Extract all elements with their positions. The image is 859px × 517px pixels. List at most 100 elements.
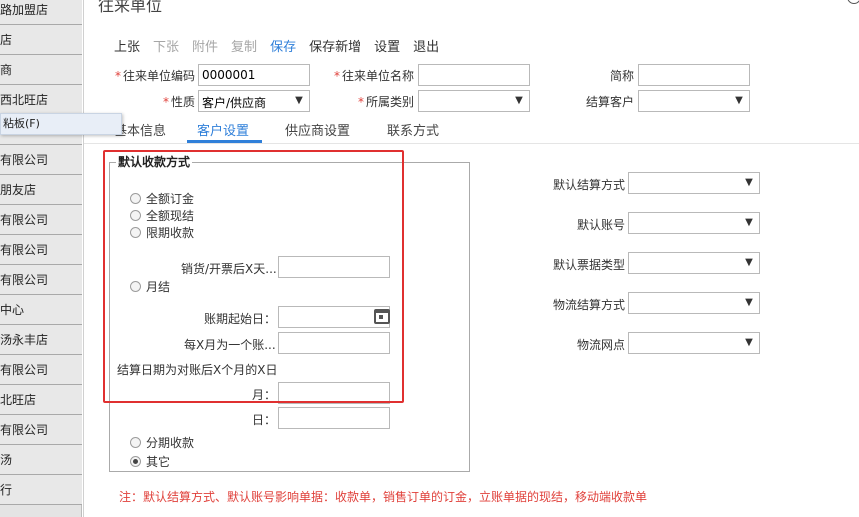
calendar-icon[interactable] — [374, 309, 390, 324]
required-mark: * — [357, 95, 364, 109]
default-settle-method-select[interactable]: ▼ — [628, 172, 760, 194]
background-list-item[interactable]: 路加盟店 — [0, 0, 82, 25]
radio-circle[interactable] — [130, 280, 141, 292]
days-after-label: 销货/开票后X天... — [181, 262, 277, 276]
background-list-item[interactable]: 中心 — [0, 295, 82, 325]
partner-unit-dialog: 往来单位 上张 下张 附件 复制 保存 保存新增 设置 退出 *往来单位编码 *… — [83, 0, 859, 517]
logistics-point-select[interactable]: ▼ — [628, 332, 760, 354]
radio-other[interactable]: 其它 — [130, 454, 171, 469]
chevron-down-icon: ▼ — [745, 337, 753, 348]
default-account-label: 默认账号 — [576, 218, 625, 232]
logistics-point-label: 物流网点 — [576, 338, 625, 352]
radio-label: 分期收款 — [146, 435, 195, 450]
background-list-item[interactable]: 行 — [0, 475, 82, 505]
chevron-down-icon: ▼ — [745, 257, 753, 268]
period-start-label: 账期起始日： — [204, 312, 277, 326]
default-invoice-type-select[interactable]: ▼ — [628, 252, 760, 274]
day-label: 日： — [252, 413, 277, 427]
copy-button[interactable]: 复制 — [231, 36, 257, 55]
save-new-button[interactable]: 保存新增 — [309, 36, 361, 55]
default-account-select[interactable]: ▼ — [628, 212, 760, 234]
radio-label: 限期收款 — [146, 225, 195, 240]
background-list-item[interactable]: 有限公司 — [0, 145, 82, 175]
nature-select-value: 客户/供应商 — [202, 96, 267, 110]
radio-circle[interactable] — [130, 455, 141, 467]
radio-label: 全额现结 — [146, 208, 195, 223]
background-list-item[interactable]: 有限公司 — [0, 415, 82, 445]
radio-full-deposit[interactable]: 全额订金 — [130, 191, 195, 206]
nature-label-text: 性质 — [170, 95, 195, 109]
prev-button[interactable]: 上张 — [114, 36, 140, 55]
days-after-input[interactable] — [278, 256, 390, 278]
tab-supplier-settings[interactable]: 供应商设置 — [285, 120, 350, 139]
note-text: 注：默认结算方式、默认账号影响单据：收款单，销售订单的订金，立账单据的现结，移动… — [119, 490, 648, 504]
every-x-months-input[interactable] — [278, 332, 390, 354]
background-list-item[interactable]: 朋友店 — [0, 175, 82, 205]
code-input[interactable] — [198, 64, 310, 86]
settings-button[interactable]: 设置 — [374, 36, 400, 55]
background-customer-list: 路加盟店店商西北旺店 有限公司 朋友店 有限公司 有限公司 有限公司 中心 汤永丰店 有限公司北… — [0, 0, 82, 517]
radio-label: 全额订金 — [146, 191, 195, 206]
background-list-item[interactable]: 有限公司 — [0, 205, 82, 235]
settle-customer-select[interactable]: ▼ — [638, 90, 750, 112]
next-button[interactable]: 下张 — [153, 36, 179, 55]
month-label: 月： — [252, 388, 277, 402]
logistics-settle-method-label: 物流结算方式 — [552, 298, 625, 312]
required-mark: * — [333, 69, 340, 83]
name-input[interactable] — [418, 64, 530, 86]
background-list-item[interactable]: 店 — [0, 25, 82, 55]
radio-label: 月结 — [146, 279, 171, 294]
default-settle-method-label: 默认结算方式 — [552, 178, 625, 192]
default-invoice-type-label: 默认票据类型 — [552, 258, 625, 272]
category-select[interactable]: ▼ — [418, 90, 530, 112]
background-list-item[interactable]: 有限公司 — [0, 355, 82, 385]
category-label: * 所属类别 — [329, 93, 414, 110]
attachment-button[interactable]: 附件 — [192, 36, 218, 55]
background-list-item[interactable]: 商 — [0, 55, 82, 85]
radio-label: 其它 — [146, 454, 171, 469]
chevron-down-icon: ▼ — [745, 177, 753, 188]
required-mark: * — [114, 69, 121, 83]
chevron-down-icon: ▼ — [745, 297, 753, 308]
nature-select[interactable]: 客户/供应商 ▼ — [198, 90, 310, 112]
tab-customer-settings[interactable]: 客户设置 — [197, 120, 249, 139]
tab-divider — [84, 143, 859, 144]
settle-date-label: 结算日期为对账后X个月的X日 — [117, 363, 278, 377]
chevron-down-icon: ▼ — [735, 95, 743, 106]
background-list-item[interactable]: 北旺店 — [0, 385, 82, 415]
close-icon[interactable] — [847, 0, 859, 4]
radio-circle[interactable] — [130, 209, 141, 221]
radio-limited-term[interactable]: 限期收款 — [130, 225, 195, 240]
code-label-text: 往来单位编码 — [122, 69, 195, 83]
name-label: * 往来单位名称 — [329, 67, 414, 84]
code-label: * 往来单位编码 — [111, 67, 195, 84]
background-list-item[interactable]: 汤 — [0, 445, 82, 475]
radio-circle[interactable] — [130, 226, 141, 238]
dialog-title: 往来单位 — [98, 0, 163, 15]
radio-monthly[interactable]: 月结 — [130, 279, 171, 294]
day-input[interactable] — [278, 407, 390, 429]
month-input[interactable] — [278, 382, 390, 404]
short-name-input[interactable] — [638, 64, 750, 86]
name-label-text: 往来单位名称 — [341, 69, 414, 83]
nature-label: * 性质 — [111, 93, 195, 110]
radio-circle[interactable] — [130, 436, 141, 448]
tab-contact-info[interactable]: 联系方式 — [387, 120, 439, 139]
category-label-text: 所属类别 — [365, 95, 414, 109]
every-x-months-label: 每X月为一个账... — [184, 338, 276, 352]
radio-circle[interactable] — [130, 192, 141, 204]
radio-installment[interactable]: 分期收款 — [130, 435, 195, 450]
logistics-settle-method-select[interactable]: ▼ — [628, 292, 760, 314]
chevron-down-icon: ▼ — [295, 95, 303, 106]
exit-button[interactable]: 退出 — [413, 36, 439, 55]
save-button[interactable]: 保存 — [270, 36, 296, 55]
toolbar: 上张 下张 附件 复制 保存 保存新增 设置 退出 — [114, 36, 452, 55]
background-list-item[interactable]: 西北旺店 — [0, 85, 82, 115]
radio-full-cash[interactable]: 全额现结 — [130, 208, 195, 223]
context-menu-paste[interactable]: 粘板(F) — [0, 113, 122, 135]
short-name-label: 简称 — [609, 69, 634, 83]
required-mark: * — [162, 95, 169, 109]
background-list-item[interactable]: 有限公司 — [0, 235, 82, 265]
background-list-item[interactable]: 汤永丰店 — [0, 325, 82, 355]
background-list-item[interactable]: 有限公司 — [0, 265, 82, 295]
